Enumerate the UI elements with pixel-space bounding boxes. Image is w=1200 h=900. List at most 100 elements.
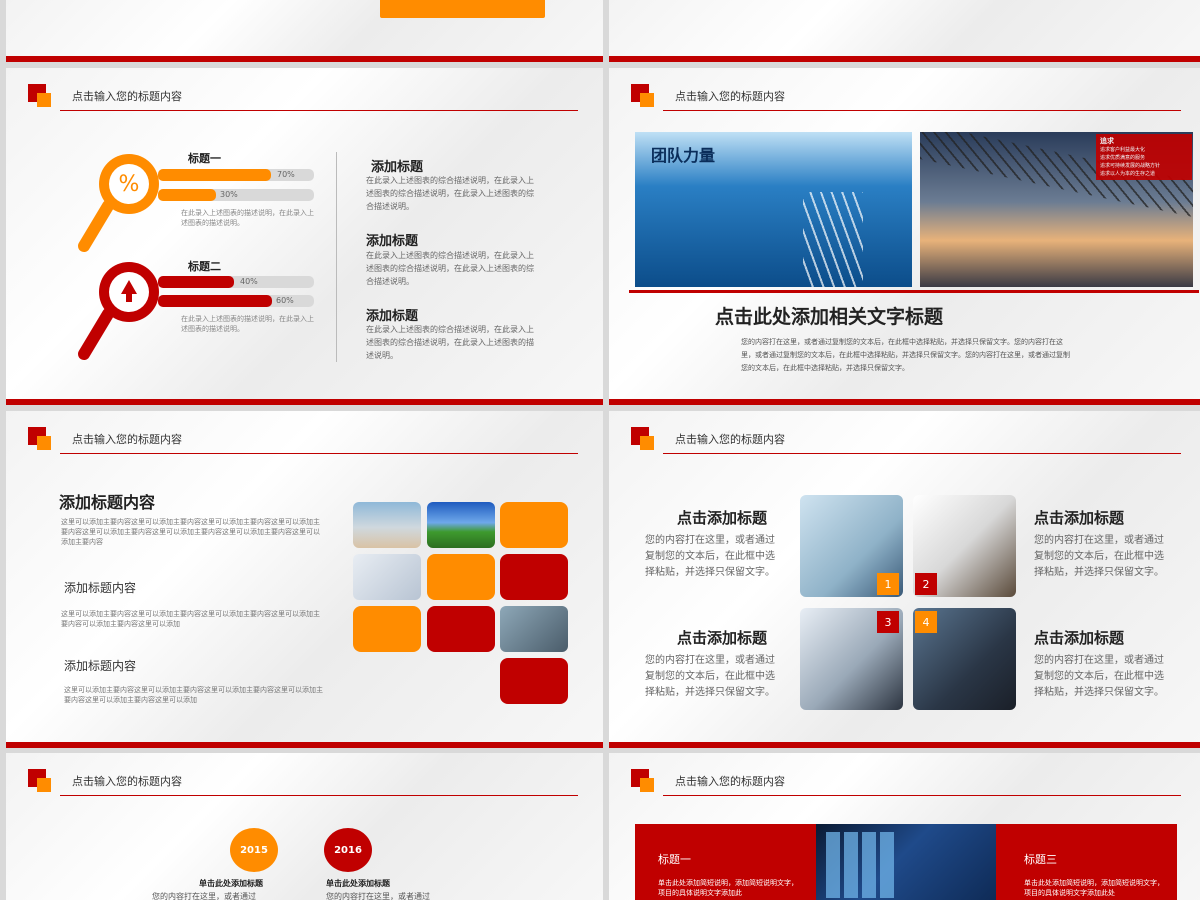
item1-bar1-label: 70%	[277, 170, 295, 179]
timeline-item-title: 单击此处添加标题	[199, 879, 263, 888]
header-divider	[60, 453, 578, 454]
right-title-2: 添加标题	[366, 234, 419, 249]
item2-title: 点击添加标题	[1034, 509, 1125, 527]
slide-four-items[interactable]: 点击输入您的标题内容 点击添加标题 您的内容打在这里，或者通过复制您的文本后，在…	[609, 411, 1200, 748]
item2-bar1-fill	[158, 276, 234, 288]
logo-orange-square	[640, 778, 654, 792]
caption-title: 追求	[1100, 137, 1114, 145]
item3-body: 您的内容打在这里，或者通过复制您的文本后，在此框中选择粘贴，并选择只保留文字。	[645, 655, 775, 698]
item2-bar2-fill	[158, 295, 272, 307]
timeline-item-title: 单击此处添加标题	[326, 879, 390, 888]
timeline-item-body: 您的内容打在这里，或者通过	[326, 892, 430, 900]
caption-bullet: 追求客户利益最大化	[1100, 147, 1146, 153]
caption-bullet: 追求优质满意的服务	[1100, 155, 1146, 161]
slide-tiles[interactable]: 点击输入您的标题内容 添加标题内容 这里可以添加主要内容这里可以添加主要内容这里…	[6, 411, 603, 748]
slide-header-title: 点击输入您的标题内容	[72, 433, 182, 446]
item1-body: 您的内容打在这里，或者通过复制您的文本后，在此框中选择粘贴，并选择只保留文字。	[645, 535, 775, 578]
header-divider	[60, 110, 578, 111]
caption-box: 追求 追求客户利益最大化 追求优质满意的服务 追求可持续发展的战略方针 追求以人…	[1096, 134, 1192, 180]
item1-bar1-fill	[158, 169, 271, 181]
year-circle-2015: 2015	[230, 828, 278, 872]
item4-body: 您的内容打在这里，或者通过复制您的文本后，在此框中选择粘贴，并选择只保留文字。	[1034, 655, 1164, 698]
slide-header: 点击输入您的标题内容	[631, 769, 1191, 797]
slide-grid: 点击输入您的标题内容 % 标题一 70% 30% 在此录入上述图表的描述说明，在…	[0, 0, 1200, 900]
slide-header: 点击输入您的标题内容	[631, 84, 1191, 112]
sub1-body: 这里可以添加主要内容这里可以添加主要内容这里可以添加主要内容这里可以添加主要内容…	[61, 610, 320, 628]
red-rule	[629, 290, 1199, 293]
rowing-boats-shape	[803, 192, 863, 287]
timeline-item-body: 您的内容打在这里，或者通过	[152, 892, 256, 900]
item1-bar2-label: 30%	[220, 190, 238, 199]
slide3-title: 点击此处添加相关文字标题	[715, 306, 944, 328]
slide-banners[interactable]: 点击输入您的标题内容 标题一 单击此处添加简短说明，添加简短说明文字，项目的具体…	[609, 753, 1200, 900]
red-tile	[427, 606, 495, 652]
header-divider	[663, 110, 1181, 111]
header-divider	[663, 795, 1181, 796]
left-panel-body: 单击此处添加简短说明，添加简短说明文字，项目的具体说明文字添加此	[658, 879, 798, 897]
right-body-1: 在此录入上述图表的综合描述说明，在此录入上述图表的综合描述说明，在此录入上述图表…	[366, 176, 534, 211]
item4-title: 点击添加标题	[1034, 629, 1125, 647]
left-panel-title: 标题一	[658, 853, 691, 866]
slide-header: 点击输入您的标题内容	[28, 84, 588, 112]
logo-orange-square	[37, 93, 51, 107]
caption-bullet: 追求以人为本的生存之道	[1100, 171, 1156, 177]
slide-header: 点击输入您的标题内容	[28, 769, 588, 797]
number-badge: 1	[877, 573, 899, 595]
item2-bar1-label: 40%	[240, 277, 258, 286]
item2-body: 您的内容打在这里，或者通过复制您的文本后，在此框中选择粘贴，并选择只保留文字。	[1034, 535, 1164, 578]
beach-hut-photo	[353, 502, 421, 548]
sub1-title: 添加标题内容	[64, 581, 137, 595]
right-panel-title: 标题三	[1024, 853, 1057, 866]
red-tile	[500, 554, 568, 600]
floating-screens-shape	[826, 832, 896, 898]
bridge-photo: 追求 追求客户利益最大化 追求优质满意的服务 追求可持续发展的战略方针 追求以人…	[920, 132, 1193, 287]
header-divider	[60, 795, 578, 796]
header-divider	[663, 453, 1181, 454]
item2-title: 标题二	[188, 260, 221, 273]
magnifier-location-icon	[78, 262, 159, 360]
meeting-photo	[500, 606, 568, 652]
slide-header-title: 点击输入您的标题内容	[72, 90, 182, 103]
logo-orange-square	[37, 778, 51, 792]
meadow-photo	[427, 502, 495, 548]
right-title-1: 添加标题	[371, 160, 424, 175]
rowing-photo: 团队力量	[635, 132, 912, 287]
magnifier-percent-icon: %	[78, 154, 159, 252]
right-panel-body: 单击此处添加简短说明，添加简短说明文字，项目的具体说明文字添加此处	[1024, 879, 1164, 897]
slide-magnifier[interactable]: 点击输入您的标题内容 % 标题一 70% 30% 在此录入上述图表的描述说明，在…	[6, 68, 603, 405]
slide-partial-left[interactable]	[6, 0, 603, 62]
slide-header: 点击输入您的标题内容	[28, 427, 588, 455]
item1-title: 标题一	[188, 152, 221, 165]
photo-title: 团队力量	[651, 146, 716, 165]
slide-partial-right[interactable]	[609, 0, 1200, 62]
caption-bullet: 追求可持续发展的战略方针	[1100, 163, 1161, 169]
slide-header-title: 点击输入您的标题内容	[675, 775, 785, 788]
vertical-divider	[336, 152, 337, 362]
sub2-title: 添加标题内容	[64, 659, 137, 673]
right-body-2: 在此录入上述图表的综合描述说明，在此录入上述图表的综合描述说明，在此录入上述图表…	[366, 251, 534, 286]
orange-tile	[500, 502, 568, 548]
slide3-body: 您的内容打在这里，或者通过复制您的文本后，在此框中选择粘贴，并选择只保留文字。您…	[741, 338, 1070, 372]
orange-tile	[353, 606, 421, 652]
item1-title: 点击添加标题	[677, 509, 768, 527]
orange-tile	[427, 554, 495, 600]
right-red-panel: 标题三 单击此处添加简短说明，添加简短说明文字，项目的具体说明文字添加此处	[996, 824, 1177, 900]
item3-title: 点击添加标题	[677, 629, 768, 647]
orange-bar-shape	[380, 0, 545, 18]
svg-text:%: %	[119, 172, 140, 197]
number-badge: 2	[915, 573, 937, 595]
red-tile	[500, 658, 568, 704]
item2-bar2-label: 60%	[276, 296, 294, 305]
right-title-3: 添加标题	[366, 309, 419, 324]
main-title: 添加标题内容	[59, 493, 156, 512]
slide-photos[interactable]: 点击输入您的标题内容 团队力量 追求 追求客户利益最大化 追求优质满意的服务 追…	[609, 68, 1200, 405]
right-body-3: 在此录入上述图表的综合描述说明，在此录入上述图表的综合描述说明，在此录入上述图表…	[366, 325, 534, 360]
main-body: 这里可以添加主要内容这里可以添加主要内容这里可以添加主要内容这里可以添加主要内容…	[61, 518, 320, 546]
year-circle-2016: 2016	[324, 828, 372, 872]
screens-photo	[816, 824, 996, 900]
item1-bar2-fill	[158, 189, 216, 201]
logo-orange-square	[37, 436, 51, 450]
slide-timeline[interactable]: 点击输入您的标题内容 2015 2016 单击此处添加标题 您的内容打在这里，或…	[6, 753, 603, 900]
slide-header-title: 点击输入您的标题内容	[675, 433, 785, 446]
item2-desc: 在此录入上述图表的描述说明，在此录入上述图表的描述说明。	[181, 315, 314, 333]
